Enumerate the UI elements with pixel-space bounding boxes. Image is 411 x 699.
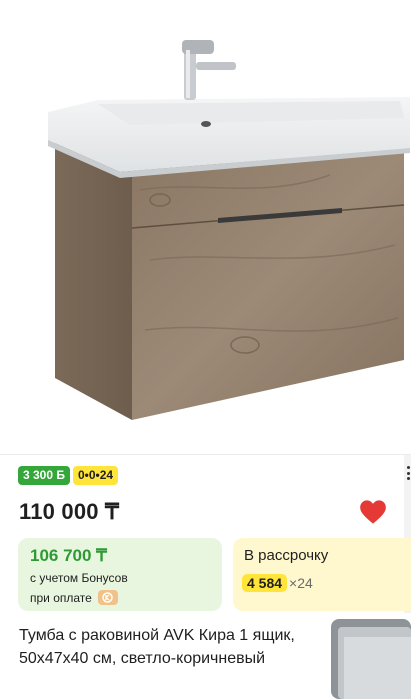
- installment-term: ×24: [289, 575, 313, 591]
- image-divider: [0, 454, 411, 455]
- bonus-note: с учетом Бонусов: [30, 571, 128, 585]
- installment-label: В рассрочку: [244, 547, 329, 564]
- product-badges: 3 300 Б 0•0•24: [18, 466, 119, 485]
- product-price: 110 000 ₸: [19, 499, 120, 524]
- installment-plan: 4 584 ×24: [242, 574, 313, 592]
- product-title[interactable]: Тумба с раковиной AVK Кира 1 ящик, 50х47…: [19, 624, 311, 670]
- more-options-icon[interactable]: [407, 466, 410, 480]
- vanity-illustration: [48, 40, 410, 420]
- installment-badge: 0•0•24: [73, 466, 119, 485]
- bonus-badge: 3 300 Б: [18, 466, 70, 485]
- bonus-price-card[interactable]: 106 700 ₸ с учетом Бонусов при оплате: [18, 538, 222, 611]
- product-image[interactable]: [0, 0, 411, 455]
- installment-card[interactable]: В рассрочку 4 584 ×24: [233, 538, 411, 611]
- bonus-payment-note: при оплате: [30, 590, 118, 605]
- bonus-payment-label: при оплате: [30, 590, 92, 605]
- heart-icon[interactable]: [359, 499, 387, 525]
- installment-monthly: 4 584: [242, 574, 288, 592]
- bonus-coin-icon: [97, 590, 118, 605]
- next-product-thumbnail[interactable]: [326, 613, 411, 699]
- bonus-price: 106 700 ₸: [30, 546, 107, 565]
